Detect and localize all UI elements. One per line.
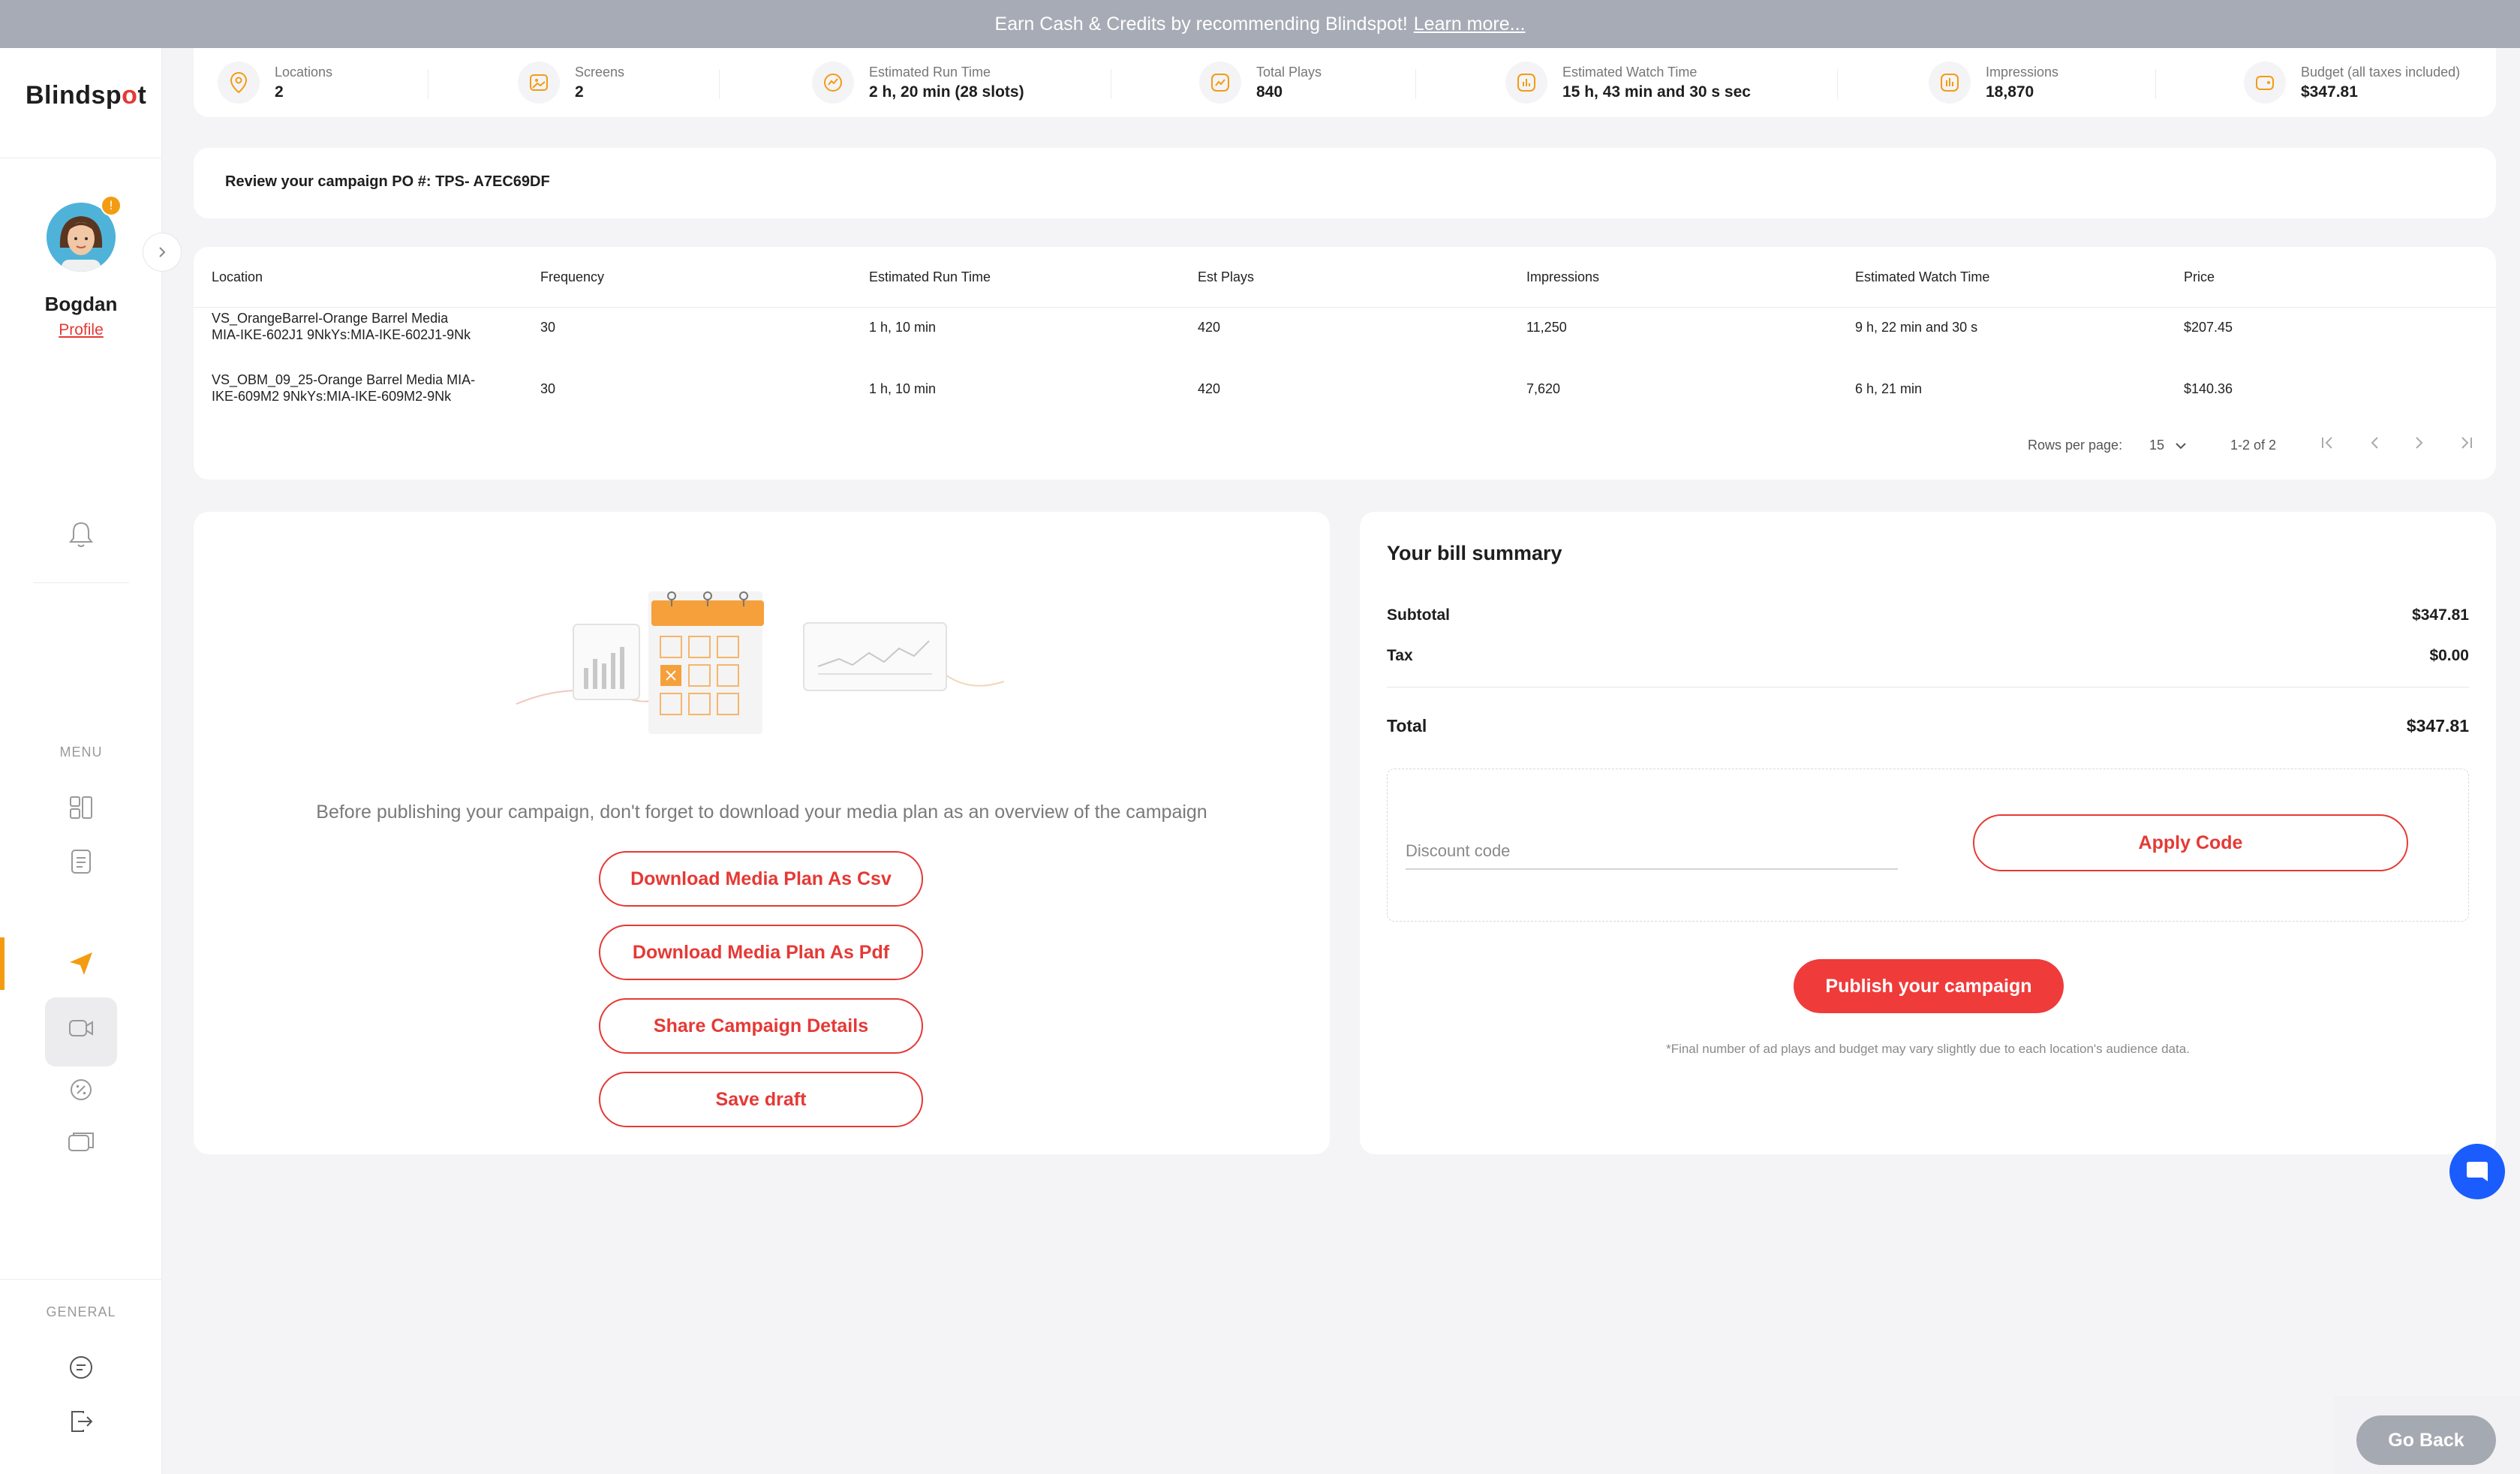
stat-divider [428, 69, 429, 99]
location-icon [218, 62, 260, 104]
chat-bubble-icon [2467, 1162, 2488, 1181]
menu-section-label: MENU [59, 745, 103, 760]
learn-more-link[interactable]: Learn more... [1414, 14, 1526, 35]
stat-run-time: Estimated Run Time 2 h, 20 min (28 slots) [812, 62, 1024, 104]
stat-screens: Screens 2 [518, 62, 624, 104]
plays-cell: 420 [1198, 320, 1221, 335]
publish-campaign-button[interactable]: Publish your campaign [1794, 959, 2064, 1013]
price-cell: $207.45 [2184, 320, 2233, 335]
video-icon[interactable] [63, 1010, 99, 1046]
watch-time-cell: 9 h, 22 min and 30 s [1855, 320, 1978, 335]
column-header[interactable]: Est Plays [1198, 269, 1254, 285]
chevron-down-icon [2176, 442, 2186, 449]
stat-impressions: Impressions 18,870 [1929, 62, 2058, 104]
sidebar-divider [33, 582, 129, 583]
share-campaign-button[interactable]: Share Campaign Details [599, 998, 923, 1054]
media-plan-panel: Before publishing your campaign, don't f… [194, 512, 1330, 1154]
plays-icon [1199, 62, 1241, 104]
media-plan-hint: Before publishing your campaign, don't f… [316, 802, 1207, 823]
stat-divider [719, 69, 720, 99]
watch-time-cell: 6 h, 21 min [1855, 381, 1923, 396]
stat-divider [1837, 69, 1838, 99]
column-header[interactable]: Frequency [540, 269, 604, 285]
apply-code-button[interactable]: Apply Code [1973, 814, 2408, 871]
calendar-illustration [516, 591, 1005, 734]
stat-total-plays: Total Plays 840 [1199, 62, 1322, 104]
table-header-divider [194, 307, 2496, 308]
logout-icon[interactable] [63, 1403, 99, 1439]
sidebar-divider [0, 1279, 162, 1280]
plays-cell: 420 [1198, 381, 1221, 396]
bill-summary-panel: Your bill summary Subtotal $347.81 Tax $0.… [1360, 512, 2496, 1154]
last-page-icon[interactable] [2457, 435, 2475, 456]
discount-code-input[interactable] [1406, 834, 1898, 870]
discount-icon[interactable] [63, 1072, 99, 1108]
document-icon[interactable] [63, 844, 99, 880]
location-cell: VS_OBM_09_25-Orange Barrel Media MIA- IKE… [212, 372, 476, 404]
blindspot-logo[interactable]: Blindspot [26, 81, 146, 110]
stat-locations: Locations 2 [218, 62, 332, 104]
chart-icon [812, 62, 854, 104]
po-number: Review your campaign PO #: TPS- A7EC69DF [225, 173, 550, 190]
go-back-button[interactable]: Go Back [2356, 1415, 2496, 1465]
download-csv-button[interactable]: Download Media Plan As Csv [599, 851, 923, 907]
subtotal-row: Subtotal $347.81 [1387, 606, 2469, 624]
campaign-stats-bar: Locations 2 Screens 2 Estimated Run Time 2 … [194, 48, 2496, 117]
next-page-icon[interactable] [2412, 435, 2427, 456]
support-chat-button[interactable] [2449, 1144, 2505, 1199]
campaign-send-icon[interactable] [63, 946, 99, 982]
stat-budget: Budget (all taxes included) $347.81 [2244, 62, 2460, 104]
run-time-cell: 1 h, 10 min [869, 381, 937, 396]
screen-icon [518, 62, 560, 104]
bill-title: Your bill summary [1387, 542, 1562, 564]
column-header[interactable]: Estimated Run Time [869, 269, 991, 285]
impressions-cell: 11,250 [1526, 320, 1567, 335]
pagination-range: 1-2 of 2 [2230, 438, 2277, 453]
total-row: Total $347.81 [1387, 716, 2469, 735]
discount-section: Apply Code [1387, 769, 2469, 922]
banner-text: Earn Cash & Credits by recommending Blin… [994, 13, 1408, 35]
impressions-icon [1929, 62, 1971, 104]
stat-divider [2155, 69, 2156, 99]
column-header[interactable]: Estimated Watch Time [1855, 269, 1989, 285]
column-header[interactable]: Location [212, 269, 263, 285]
sidebar-collapse-button[interactable] [143, 233, 182, 272]
prev-page-icon[interactable] [2367, 435, 2382, 456]
general-section-label: GENERAL [46, 1304, 116, 1319]
user-name: Bogdan [44, 293, 118, 315]
notification-badge: ! [101, 195, 122, 216]
run-time-cell: 1 h, 10 min [869, 320, 937, 335]
promo-banner: Earn Cash & Credits by recommending Blin… [0, 0, 2520, 48]
save-draft-button[interactable]: Save draft [599, 1072, 923, 1127]
frequency-cell: 30 [540, 381, 556, 396]
stat-divider [1415, 69, 1416, 99]
rows-per-page-label: Rows per page: [2028, 438, 2123, 453]
wallet-icon [2244, 62, 2286, 104]
dashboard-icon[interactable] [63, 790, 99, 826]
locations-table: Location Frequency Estimated Run Time Es… [194, 247, 2496, 480]
messages-icon[interactable] [63, 1126, 99, 1162]
frequency-cell: 30 [540, 320, 556, 335]
profile-link[interactable]: Profile [0, 321, 162, 339]
impressions-cell: 7,620 [1526, 381, 1561, 396]
disclaimer-text: *Final number of ad plays and budget may… [1666, 1042, 2190, 1056]
active-indicator [0, 937, 5, 990]
first-page-icon[interactable] [2319, 435, 2337, 456]
download-pdf-button[interactable]: Download Media Plan As Pdf [599, 925, 923, 980]
rows-per-page-select[interactable]: 15 [2149, 438, 2187, 453]
column-header[interactable]: Price [2184, 269, 2215, 285]
sidebar: Blindspot ! Bogdan Profile MENU GENERAL [0, 48, 162, 1474]
column-header[interactable]: Impressions [1526, 269, 1599, 285]
price-cell: $140.36 [2184, 381, 2233, 396]
tax-row: Tax $0.00 [1387, 647, 2469, 664]
chat-icon[interactable] [63, 1349, 99, 1385]
stat-watch-time: Estimated Watch Time 15 h, 43 min and 30 … [1505, 62, 1751, 104]
po-card: Review your campaign PO #: TPS- A7EC69DF [194, 148, 2496, 218]
watch-icon [1505, 62, 1547, 104]
bell-icon[interactable] [63, 516, 99, 552]
location-cell: VS_OrangeBarrel-Orange Barrel Media MIA-I… [212, 311, 471, 342]
